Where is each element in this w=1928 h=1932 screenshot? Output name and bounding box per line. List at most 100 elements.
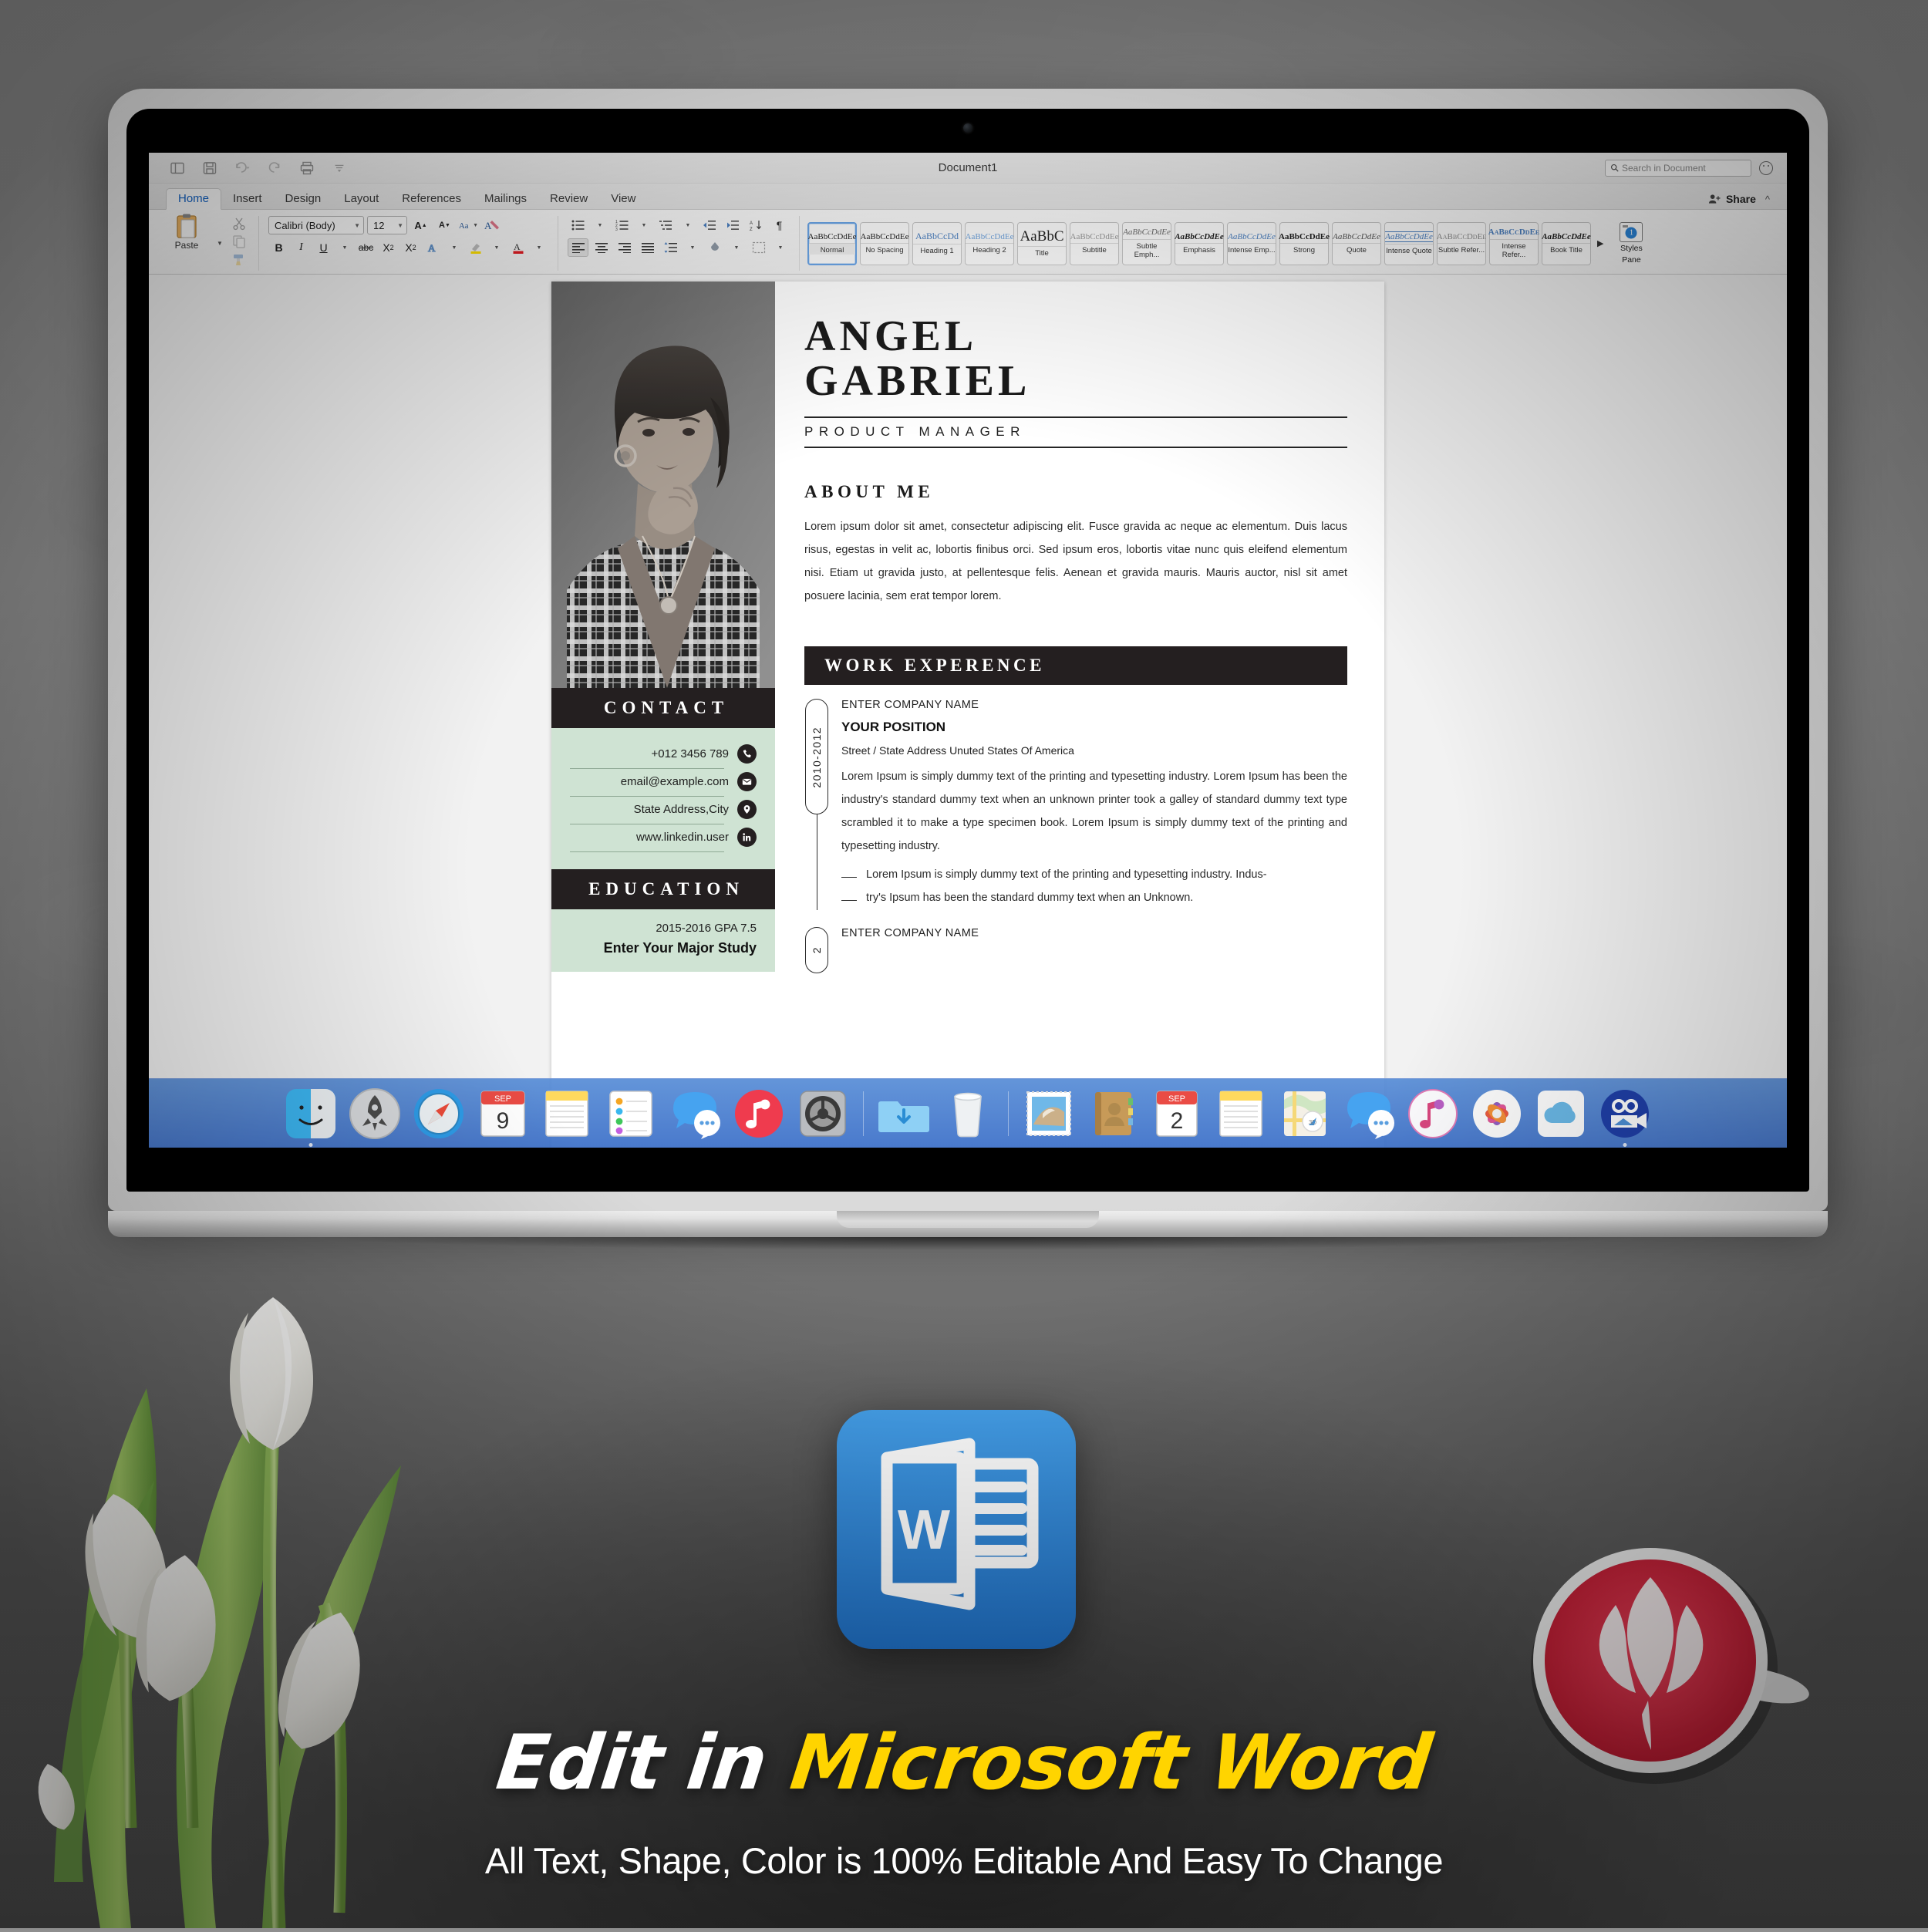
grow-font-icon[interactable]: A ▲	[410, 216, 431, 234]
itunes-icon-2[interactable]	[1405, 1086, 1461, 1141]
style-subtitle[interactable]: AaBbCcDdEe Subtitle	[1070, 221, 1119, 265]
copy-icon[interactable]	[232, 234, 246, 248]
itunes-icon[interactable]	[731, 1086, 787, 1141]
contacts-icon[interactable]	[1085, 1086, 1141, 1141]
calendar-icon[interactable]: SEP 9	[475, 1086, 531, 1141]
styles-more-arrow-icon[interactable]: ▶	[1594, 238, 1606, 248]
align-left-icon[interactable]	[568, 238, 588, 257]
style-intense-emphasis[interactable]: AaBbCcDdEe Intense Emp...	[1227, 221, 1276, 265]
messages-icon[interactable]	[667, 1086, 723, 1141]
style-strong[interactable]: AaBbCcDdEe Strong	[1279, 221, 1330, 265]
align-center-icon[interactable]	[591, 238, 612, 257]
style-book-title[interactable]: AaBbCcDdEe Book Title	[1542, 221, 1591, 265]
style-normal[interactable]: AaBbCcDdEe Normal	[807, 221, 857, 265]
change-case-icon[interactable]: Aa ▼	[458, 216, 479, 234]
subscript-button[interactable]: X2	[378, 238, 399, 257]
text-effects-dropdown-icon[interactable]: ▼	[445, 238, 463, 257]
style-intense-reference[interactable]: AaBbCcDdEe Intense Refer...	[1488, 221, 1539, 265]
ribbon-home: Paste ▼ Calibri (Body) ▼ 12 ▼ A ▲ A ▼ Aa…	[149, 210, 1787, 275]
launchpad-icon[interactable]	[347, 1086, 403, 1141]
tab-insert[interactable]: Insert	[221, 189, 274, 209]
reminders-icon[interactable]	[603, 1086, 659, 1141]
style-title[interactable]: AaBbC Title	[1017, 221, 1067, 265]
italic-button[interactable]: I	[291, 238, 312, 257]
font-color-dropdown-icon[interactable]: ▼	[530, 238, 548, 257]
justify-icon[interactable]	[637, 238, 658, 257]
strikethrough-button[interactable]: abc	[356, 238, 376, 257]
paste-button[interactable]: Paste	[163, 213, 211, 251]
feedback-smiley-icon[interactable]	[1759, 160, 1773, 175]
tab-review[interactable]: Review	[538, 189, 599, 209]
document-canvas[interactable]: CONTACT +012 3456 789 email@example.com	[149, 275, 1787, 1148]
bullet-list-icon[interactable]	[568, 216, 588, 234]
paste-dropdown-icon[interactable]: ▼	[211, 234, 229, 253]
tab-layout[interactable]: Layout	[332, 189, 390, 209]
superscript-button[interactable]: X2	[400, 238, 421, 257]
numbered-dropdown-icon[interactable]: ▼	[635, 216, 653, 234]
font-name-input[interactable]: Calibri (Body) ▼	[268, 216, 364, 234]
styles-pane-button[interactable]: 1 Styles Pane	[1609, 222, 1653, 265]
education-section-header: EDUCATION	[551, 869, 775, 909]
align-right-icon[interactable]	[614, 238, 635, 257]
tab-home[interactable]: Home	[166, 188, 222, 210]
highlight-dropdown-icon[interactable]: ▼	[487, 238, 506, 257]
notes-icon[interactable]	[539, 1086, 595, 1141]
shading-icon[interactable]	[704, 238, 725, 257]
clear-formatting-icon[interactable]: A	[482, 216, 503, 234]
increase-indent-icon[interactable]	[723, 216, 743, 234]
show-formatting-marks-icon[interactable]: ¶	[769, 216, 790, 234]
downloads-folder-icon[interactable]	[876, 1086, 932, 1141]
imovie-icon[interactable]	[1597, 1086, 1653, 1141]
notes-icon-2[interactable]	[1213, 1086, 1269, 1141]
sort-icon[interactable]: AZ	[746, 216, 767, 234]
photos-icon[interactable]	[1469, 1086, 1525, 1141]
line-spacing-icon[interactable]	[660, 238, 681, 257]
bold-button[interactable]: B	[268, 238, 289, 257]
line-spacing-dropdown-icon[interactable]: ▼	[683, 238, 702, 257]
mail-icon[interactable]	[1021, 1086, 1077, 1141]
shrink-font-icon[interactable]: A ▼	[434, 216, 455, 234]
cut-icon[interactable]	[232, 217, 246, 231]
format-painter-icon[interactable]	[232, 252, 246, 266]
style-no-spacing[interactable]: AaBbCcDdEe No Spacing	[860, 221, 909, 265]
style-subtle-emphasis[interactable]: AaBbCcDdEe Subtle Emph...	[1122, 221, 1171, 265]
borders-dropdown-icon[interactable]: ▼	[771, 238, 790, 257]
maps-icon[interactable]: 3D	[1277, 1086, 1333, 1141]
underline-dropdown-icon[interactable]: ▼	[335, 238, 354, 257]
tab-view[interactable]: View	[599, 189, 647, 209]
style-quote[interactable]: AaBbCcDdEe Quote	[1332, 221, 1381, 265]
dock-divider	[863, 1091, 864, 1136]
style-subtle-reference[interactable]: AaBbCcDdEe Subtle Refer...	[1437, 221, 1486, 265]
numbered-list-icon[interactable]: 123	[612, 216, 632, 234]
collapse-ribbon-icon[interactable]: ^	[1765, 194, 1770, 205]
style-heading-1[interactable]: AaBbCcDd Heading 1	[912, 221, 962, 265]
bullet-dropdown-icon[interactable]: ▼	[591, 216, 609, 234]
icloud-icon[interactable]	[1533, 1086, 1589, 1141]
font-color-icon[interactable]: A	[507, 238, 528, 257]
highlight-color-icon[interactable]	[465, 238, 486, 257]
text-effects-icon[interactable]: A	[423, 238, 443, 257]
messages-icon-2[interactable]	[1341, 1086, 1397, 1141]
tab-design[interactable]: Design	[274, 189, 333, 209]
trash-icon[interactable]	[940, 1086, 996, 1141]
style-heading-2[interactable]: AaBbCcDdEe Heading 2	[965, 221, 1014, 265]
search-input[interactable]: Search in Document	[1605, 159, 1751, 177]
tab-references[interactable]: References	[390, 189, 473, 209]
microsoft-word-app-icon[interactable]: W	[837, 1410, 1076, 1649]
share-button[interactable]: Share ^	[1708, 193, 1770, 205]
underline-button[interactable]: U	[313, 238, 334, 257]
style-emphasis[interactable]: AaBbCcDdEe Emphasis	[1175, 221, 1224, 265]
safari-icon[interactable]	[411, 1086, 467, 1141]
tab-mailings[interactable]: Mailings	[473, 189, 538, 209]
style-name: Quote	[1333, 243, 1380, 255]
style-intense-quote[interactable]: AaBbCcDdEe Intense Quote	[1384, 221, 1434, 265]
multilevel-dropdown-icon[interactable]: ▼	[679, 216, 697, 234]
finder-icon[interactable]	[283, 1086, 339, 1141]
font-size-input[interactable]: 12 ▼	[367, 216, 407, 234]
shading-dropdown-icon[interactable]: ▼	[727, 238, 746, 257]
decrease-indent-icon[interactable]	[699, 216, 720, 234]
calendar-icon-2[interactable]: SEP 2	[1149, 1086, 1205, 1141]
system-preferences-icon[interactable]	[795, 1086, 851, 1141]
borders-icon[interactable]	[748, 238, 769, 257]
multilevel-list-icon[interactable]	[656, 216, 676, 234]
